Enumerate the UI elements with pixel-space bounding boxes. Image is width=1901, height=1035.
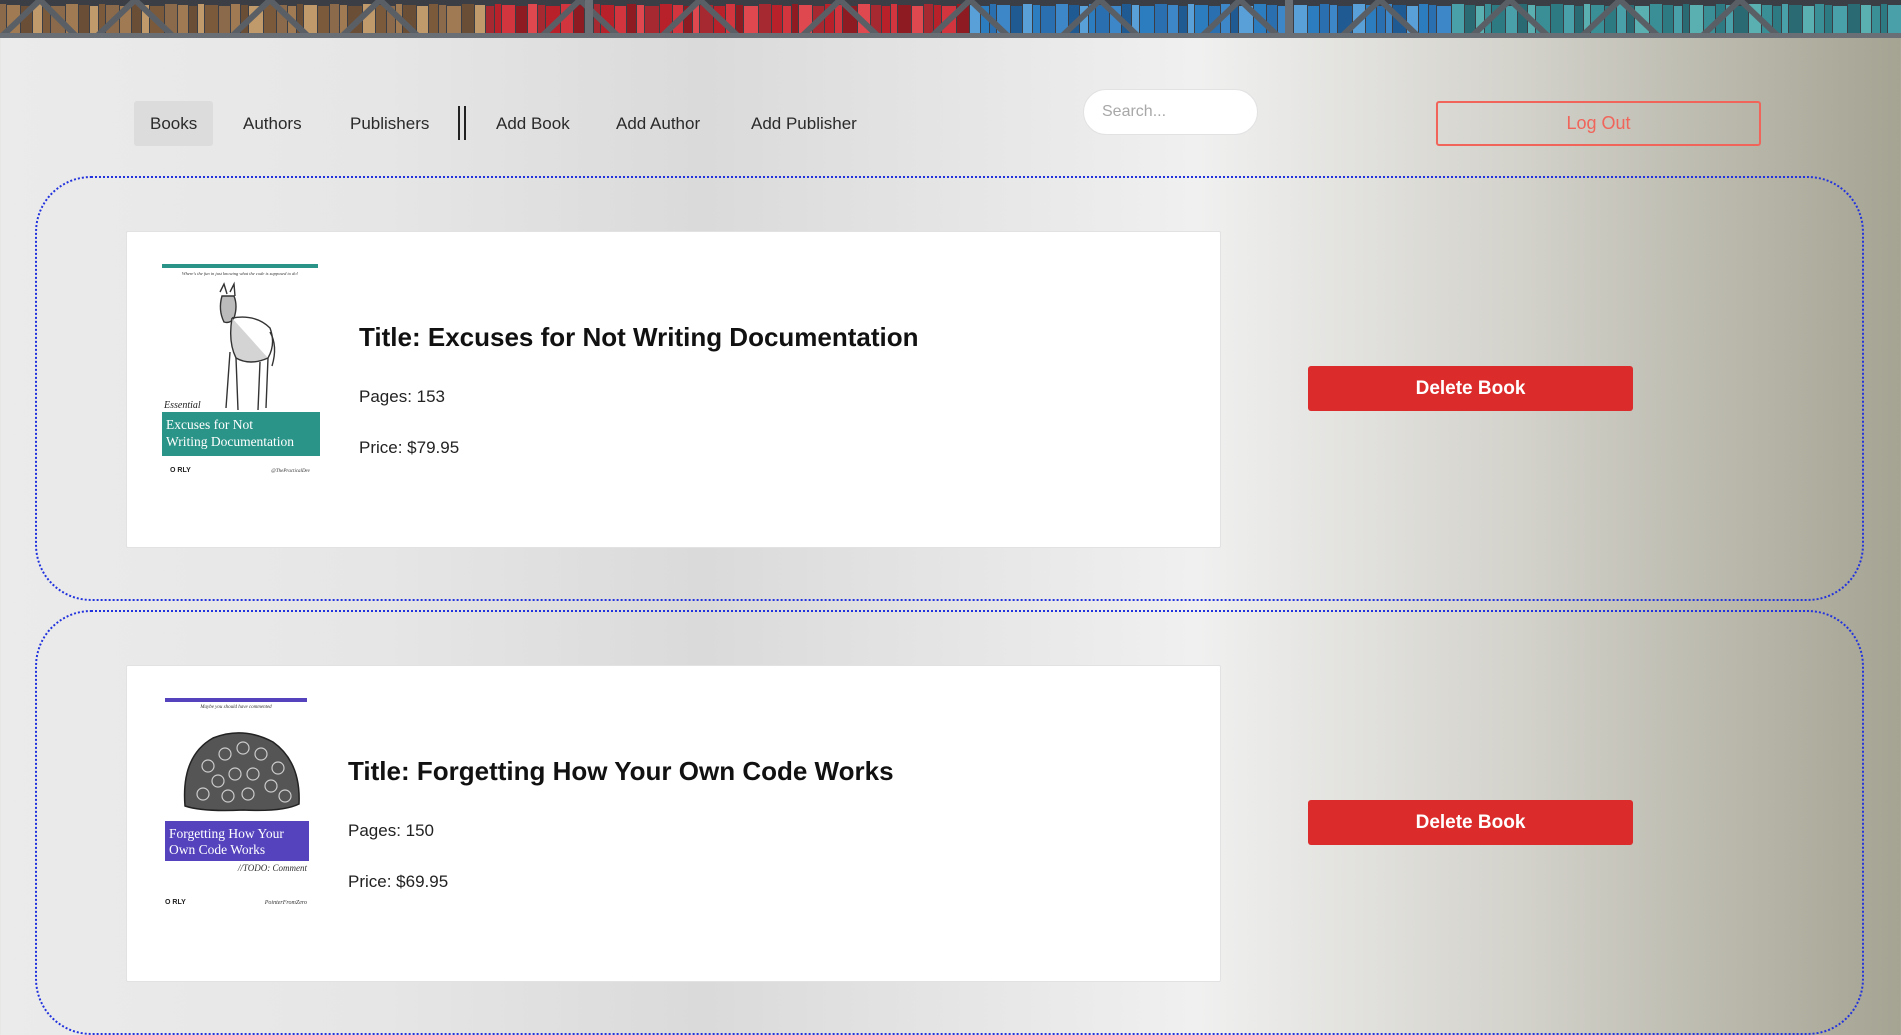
cover-title-line1: Excuses for Not [166, 417, 253, 432]
search-input[interactable] [1083, 89, 1258, 135]
donkey-icon [219, 281, 276, 411]
nav-authors-link[interactable]: Authors [227, 101, 318, 146]
book-panel: Maybe you should have commented Forgetti… [35, 610, 1864, 1035]
book-title: Title: Excuses for Not Writing Documenta… [359, 322, 919, 352]
cover-author: PointerFromZero [264, 900, 307, 906]
book-pages: Pages: 153 [359, 387, 446, 406]
nav-add-author-link[interactable]: Add Author [600, 101, 716, 146]
delete-book-button[interactable]: Delete Book [1308, 800, 1633, 845]
nav-add-publisher-link[interactable]: Add Publisher [735, 101, 873, 146]
book-card: Where's the fun in just knowing what the… [126, 231, 1221, 548]
logout-button[interactable]: Log Out [1436, 101, 1761, 146]
bookshelf-image [0, 0, 1901, 38]
cover-title-line2: Writing Documentation [166, 434, 294, 449]
cover-title-line1: Forgetting How Your [169, 826, 284, 841]
book-title: Title: Forgetting How Your Own Code Work… [348, 756, 894, 786]
book-pages: Pages: 150 [348, 821, 435, 840]
book-panel: Where's the fun in just knowing what the… [35, 176, 1864, 601]
cover-tagline: Maybe you should have commented [199, 705, 272, 710]
cover-prefix: Essential [163, 400, 201, 411]
cover-title-line2: Own Code Works [169, 842, 265, 857]
book-price: Price: $69.95 [348, 872, 449, 891]
nav-publishers-link[interactable]: Publishers [334, 101, 445, 146]
coral-icon [183, 732, 300, 812]
book-price: Price: $79.95 [359, 438, 460, 457]
nav-divider [458, 106, 466, 140]
cover-subtitle: //TODO: Comment [237, 863, 308, 873]
cover-publisher: O RLY [165, 899, 186, 906]
cover-author: @ThePracticalDev [271, 469, 311, 474]
cover-publisher: O RLY [170, 467, 191, 474]
book-card: Maybe you should have commented Forgetti… [126, 665, 1221, 982]
nav-add-book-link[interactable]: Add Book [480, 101, 586, 146]
cover-tagline: Where's the fun in just knowing what the… [182, 271, 299, 276]
nav-books-link[interactable]: Books [134, 101, 214, 146]
book-cover-image: Maybe you should have commented Forgetti… [163, 696, 313, 916]
book-cover-image: Where's the fun in just knowing what the… [160, 262, 320, 482]
bookshelf-banner [0, 0, 1901, 38]
delete-book-button[interactable]: Delete Book [1308, 366, 1633, 411]
